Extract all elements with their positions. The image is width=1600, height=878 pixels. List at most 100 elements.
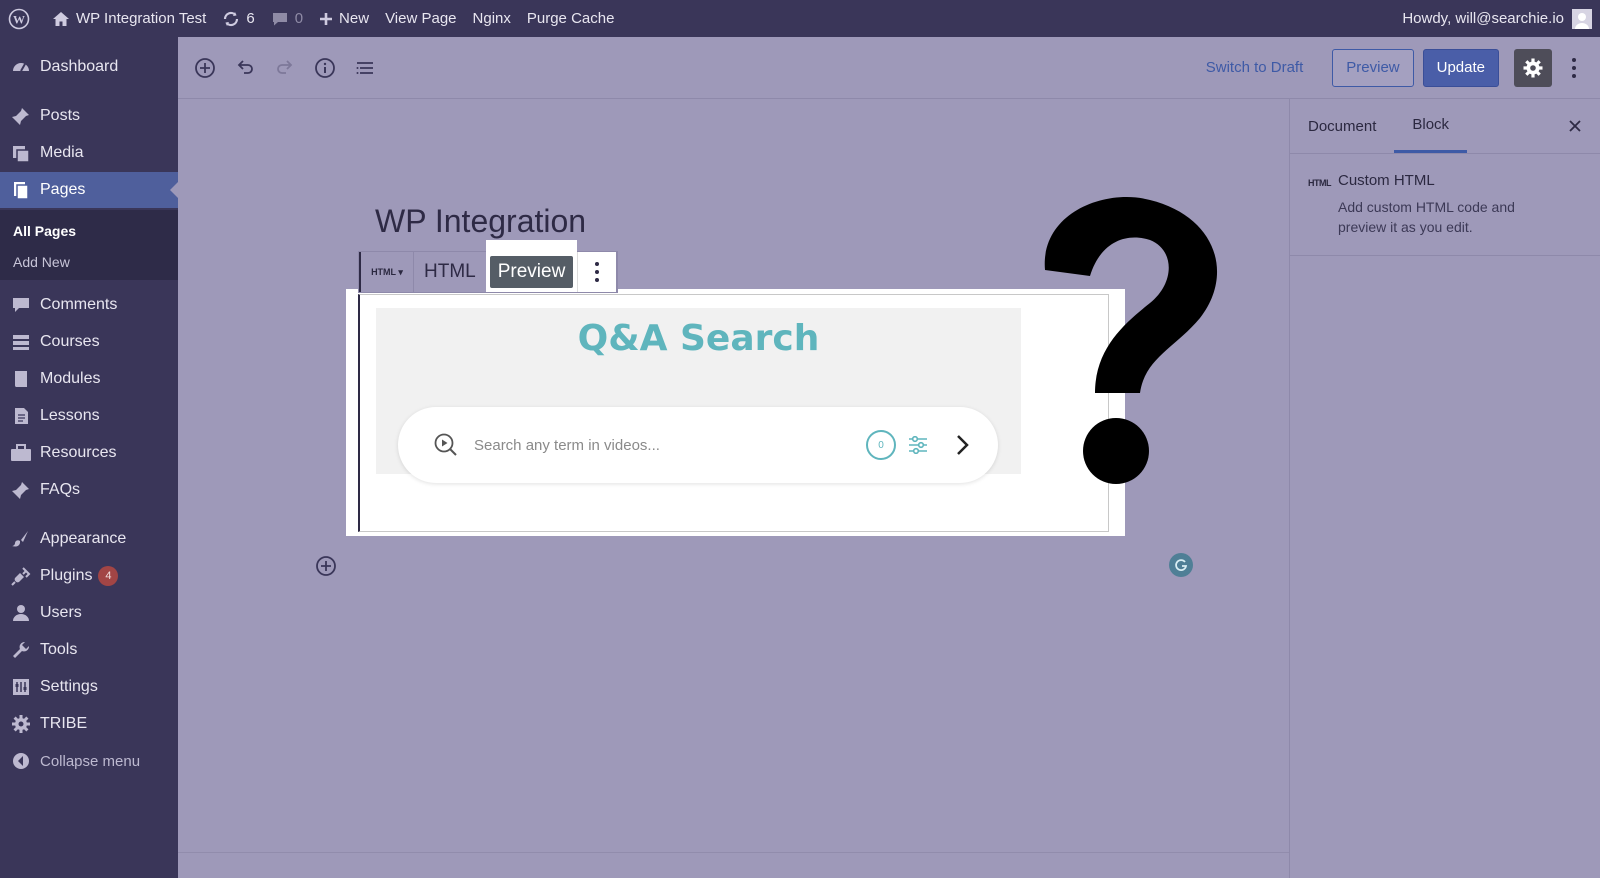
settings-sidebar: Document Block HTML Custom HTML Add cust… <box>1289 99 1600 878</box>
refresh-icon <box>224 11 239 26</box>
new-content-link[interactable]: New <box>311 0 377 37</box>
sidebar-item-appearance[interactable]: Appearance <box>0 521 178 557</box>
block-card-description: Add custom HTML code and preview it as y… <box>1338 199 1515 235</box>
preview-button[interactable]: Preview <box>1332 48 1414 87</box>
sidebar-item-tools[interactable]: Tools <box>0 632 178 668</box>
home-icon <box>53 11 69 26</box>
sidebar-item-label: Courses <box>40 333 100 350</box>
sidebar-item-label: Resources <box>40 444 117 461</box>
gear-icon <box>1523 58 1543 77</box>
sidebar-item-label: FAQs <box>40 481 81 498</box>
wordpress-logo-icon[interactable]: W <box>0 0 44 37</box>
comment-icon <box>10 294 32 316</box>
undo-icon <box>237 59 253 74</box>
dashboard-icon <box>10 56 32 78</box>
switch-to-draft-button[interactable]: Switch to Draft <box>1206 59 1304 76</box>
plus-circle-icon <box>195 57 215 78</box>
sidebar-item-dashboard[interactable]: Dashboard <box>0 49 178 85</box>
nginx-link[interactable]: Nginx <box>465 0 519 37</box>
tab-block[interactable]: Block <box>1394 99 1468 153</box>
sidebar-item-comments[interactable]: Comments <box>0 287 178 323</box>
grammarly-icon[interactable] <box>1169 553 1193 577</box>
sidebar-item-plugins[interactable]: Plugins 4 <box>0 558 178 594</box>
update-button[interactable]: Update <box>1422 48 1499 87</box>
sidebar-item-tribe[interactable]: TRIBE <box>0 706 178 742</box>
brush-icon <box>10 528 32 550</box>
submenu-all-pages[interactable]: All Pages <box>13 223 76 239</box>
courses-icon <box>10 331 32 353</box>
sidebar-item-media[interactable]: Media <box>0 135 178 171</box>
block-more-options-button[interactable] <box>577 252 618 292</box>
more-tools-button[interactable] <box>1562 49 1586 87</box>
more-vertical-icon <box>595 262 600 282</box>
comments-link[interactable]: 0 <box>263 0 311 37</box>
html-tab-button[interactable]: HTML <box>414 252 486 292</box>
howdy-text: Howdy, will@searchie.io <box>1402 10 1564 27</box>
sidebar-item-resources[interactable]: Resources <box>0 435 178 471</box>
sidebar-item-settings[interactable]: Settings <box>0 669 178 705</box>
block-toolbar: HTML ▾ HTML Preview <box>358 240 619 293</box>
header-actions: Switch to Draft Preview Update <box>1206 48 1600 87</box>
collapse-label: Collapse menu <box>40 752 141 770</box>
sidebar-item-pages[interactable]: Pages <box>0 172 178 208</box>
settings-toggle-button[interactable] <box>1514 48 1552 87</box>
filter-icon[interactable] <box>906 433 930 457</box>
avatar <box>1572 8 1592 29</box>
pin-icon <box>10 105 32 127</box>
account-menu[interactable]: Howdy, will@searchie.io <box>1402 8 1600 29</box>
sidebar-item-label: Media <box>40 144 84 161</box>
admin-sidebar: Dashboard Posts Media Pages All Pages Ad… <box>0 37 178 878</box>
redo-icon <box>277 59 293 74</box>
block-navigation-button[interactable] <box>345 48 385 88</box>
user-icon <box>10 602 32 624</box>
add-block-button[interactable] <box>185 48 225 88</box>
sidebar-item-lessons[interactable]: Lessons <box>0 398 178 434</box>
chevron-right-icon[interactable] <box>948 431 976 459</box>
preview-tab-button[interactable]: Preview <box>489 256 574 288</box>
sidebar-item-modules[interactable]: Modules <box>0 361 178 397</box>
tab-document[interactable]: Document <box>1290 99 1394 153</box>
sidebar-item-users[interactable]: Users <box>0 595 178 631</box>
sidebar-item-posts[interactable]: Posts <box>0 98 178 134</box>
sidebar-item-label: TRIBE <box>40 715 88 732</box>
svg-text:W: W <box>13 12 25 26</box>
submenu-add-new[interactable]: Add New <box>13 254 70 270</box>
qa-search-input[interactable]: Search any term in videos... <box>474 437 866 454</box>
sidebar-item-label: Dashboard <box>40 58 119 75</box>
site-name-link[interactable]: WP Integration Test <box>44 0 214 37</box>
undo-button[interactable] <box>225 48 265 88</box>
more-vertical-icon <box>1572 57 1576 78</box>
pages-submenu: All Pages Add New <box>0 210 178 280</box>
content-info-button[interactable] <box>305 48 345 88</box>
sidebar-item-faqs[interactable]: FAQs <box>0 472 178 508</box>
sidebar-item-courses[interactable]: Courses <box>0 324 178 360</box>
sidebar-item-label: Users <box>40 604 82 621</box>
site-name: WP Integration Test <box>76 10 207 27</box>
question-mark-icon <box>1044 197 1218 484</box>
post-title[interactable]: WP Integration <box>375 203 586 240</box>
sidebar-item-label: Appearance <box>40 530 127 547</box>
pages-icon <box>10 179 32 201</box>
close-settings-button[interactable] <box>1564 115 1586 137</box>
purge-cache-link[interactable]: Purge Cache <box>519 0 623 37</box>
preview-tab-wrap: Preview <box>485 240 578 292</box>
block-switcher-button[interactable]: HTML ▾ <box>359 252 414 292</box>
media-icon <box>10 142 32 164</box>
editor-header: Switch to Draft Preview Update <box>178 37 1600 99</box>
block-card: HTML Custom HTML Add custom HTML code an… <box>1290 154 1600 256</box>
book-icon <box>10 368 32 390</box>
updates-link[interactable]: 6 <box>214 0 262 37</box>
sidebar-item-label: Tools <box>40 641 78 658</box>
block-card-title: Custom HTML <box>1338 172 1435 189</box>
results-count-badge: 0 <box>866 430 896 460</box>
collapse-menu-button[interactable]: Collapse menu <box>0 743 178 779</box>
header-toolbar <box>185 48 385 88</box>
comment-icon <box>272 12 287 25</box>
sidebar-item-label: Plugins <box>40 567 93 584</box>
add-block-inline-icon[interactable] <box>315 555 337 577</box>
settings-tabs: Document Block <box>1290 99 1600 154</box>
sidebar-item-label: Pages <box>40 181 86 198</box>
view-page-link[interactable]: View Page <box>377 0 464 37</box>
wrench-icon <box>10 639 32 661</box>
redo-button[interactable] <box>265 48 305 88</box>
